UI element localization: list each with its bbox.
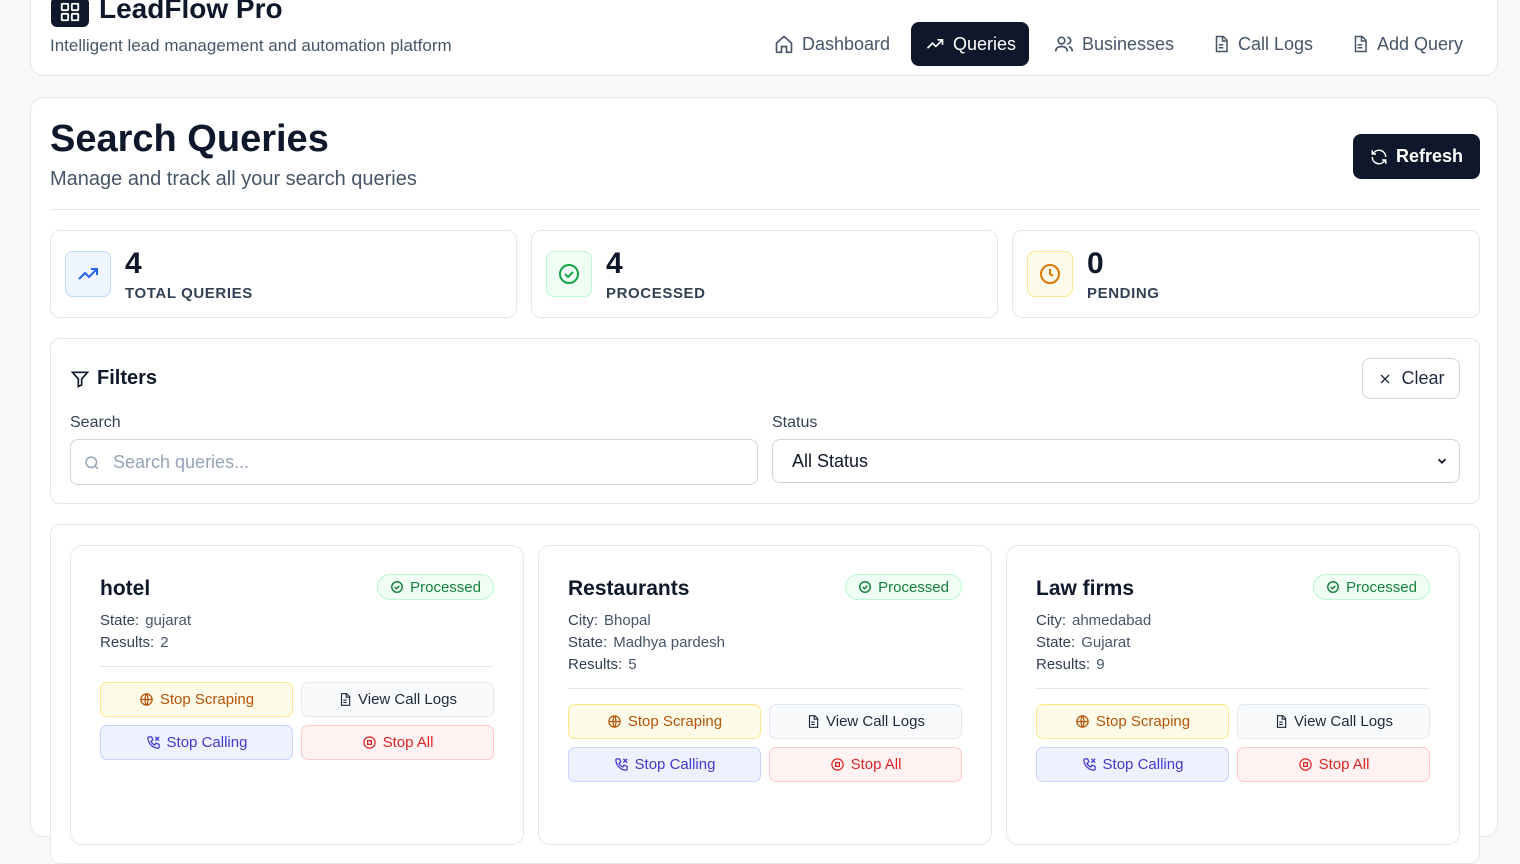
query-field: Results: 9 <box>1036 656 1105 673</box>
query-card-restaurants: Restaurants Processed City: Bhopal State:… <box>538 545 992 845</box>
stop-all-button[interactable]: Stop All <box>1237 747 1430 782</box>
home-icon <box>774 34 794 54</box>
nav-label: Add Query <box>1377 33 1464 54</box>
query-field: Results: 2 <box>100 634 169 651</box>
trending-up-icon <box>925 34 945 54</box>
view-call-logs-button[interactable]: View Call Logs <box>1237 704 1430 739</box>
status-badge: Processed <box>1313 574 1430 600</box>
stop-all-button[interactable]: Stop All <box>301 725 494 760</box>
search-icon <box>83 454 101 472</box>
document-icon <box>1274 714 1288 729</box>
stop-circle-icon <box>830 757 845 772</box>
query-card-hotel: hotel Processed State: gujarat Results: 2 … <box>70 545 524 845</box>
filters-title: Filters <box>97 367 158 389</box>
stop-scraping-button[interactable]: Stop Scraping <box>100 682 293 717</box>
query-name: Restaurants <box>568 577 690 600</box>
document-icon <box>338 692 352 707</box>
query-name: hotel <box>100 577 151 600</box>
status-select[interactable]: All Status <box>772 439 1460 483</box>
view-call-logs-button[interactable]: View Call Logs <box>769 704 962 739</box>
filters-panel: Filters Clear Search Status All Status <box>50 338 1480 504</box>
document-icon <box>1351 34 1369 54</box>
query-field: State: Gujarat <box>1036 634 1131 651</box>
stop-calling-button[interactable]: Stop Calling <box>1036 747 1229 782</box>
status-label: Status <box>772 414 818 431</box>
globe-icon <box>1075 714 1090 729</box>
refresh-icon <box>1370 148 1388 166</box>
stop-scraping-button[interactable]: Stop Scraping <box>1036 704 1229 739</box>
view-call-logs-button[interactable]: View Call Logs <box>301 682 494 717</box>
stop-calling-button[interactable]: Stop Calling <box>100 725 293 760</box>
app-name: LeadFlow Pro <box>99 0 283 24</box>
stat-value: 0 <box>1087 247 1104 280</box>
stop-scraping-button[interactable]: Stop Scraping <box>568 704 761 739</box>
nav-label: Queries <box>953 33 1017 54</box>
refresh-label: Refresh <box>1395 146 1464 166</box>
stop-circle-icon <box>1298 757 1313 772</box>
clear-label: Clear <box>1401 368 1445 388</box>
clear-filters-button[interactable]: Clear <box>1362 358 1460 399</box>
query-field: State: Madhya pardesh <box>568 634 725 651</box>
stop-circle-icon <box>362 735 377 750</box>
users-icon <box>1054 34 1074 54</box>
query-card-law-firms: Law firms Processed City: ahmedabad State… <box>1006 545 1460 845</box>
divider <box>50 209 1480 210</box>
stat-value: 4 <box>606 247 623 280</box>
query-field: State: gujarat <box>100 612 192 629</box>
query-name: Law firms <box>1036 577 1135 600</box>
nav-label: Call Logs <box>1238 33 1314 54</box>
phone-off-icon <box>146 735 161 750</box>
globe-icon <box>607 714 622 729</box>
stat-card-total: 4 TOTAL QUERIES <box>50 230 517 318</box>
check-circle-icon <box>546 251 592 297</box>
main-panel: Search Queries Manage and track all your… <box>30 97 1498 864</box>
divider <box>1036 688 1430 689</box>
phone-off-icon <box>1082 757 1097 772</box>
stat-value: 4 <box>125 247 142 280</box>
refresh-button[interactable]: Refresh <box>1353 134 1480 179</box>
app-tagline: Intelligent lead management and automati… <box>50 36 452 55</box>
queries-panel: hotel Processed State: gujarat Results: 2 … <box>50 524 1480 864</box>
nav-label: Dashboard <box>802 33 891 54</box>
nav-queries[interactable]: Queries <box>911 22 1029 66</box>
stat-label: PENDING <box>1087 285 1160 302</box>
document-icon <box>1212 34 1230 54</box>
nav-dashboard[interactable]: Dashboard <box>760 22 904 66</box>
check-circle-icon <box>858 580 872 594</box>
search-field[interactable] <box>70 439 758 485</box>
phone-off-icon <box>614 757 629 772</box>
stat-label: TOTAL QUERIES <box>125 285 253 302</box>
divider <box>568 688 962 689</box>
status-badge: Processed <box>377 574 494 600</box>
trending-up-icon <box>65 251 111 297</box>
query-field: City: Bhopal <box>568 612 651 629</box>
stat-label: PROCESSED <box>606 285 706 302</box>
stat-card-processed: 4 PROCESSED <box>531 230 998 318</box>
search-input[interactable] <box>113 440 743 484</box>
status-badge: Processed <box>845 574 962 600</box>
page-title: Search Queries <box>50 118 329 160</box>
status-selected-value: All Status <box>792 450 869 471</box>
stat-card-pending: 0 PENDING <box>1012 230 1480 318</box>
stop-all-button[interactable]: Stop All <box>769 747 962 782</box>
nav-call-logs[interactable]: Call Logs <box>1198 22 1327 66</box>
nav-label: Businesses <box>1082 33 1175 54</box>
check-circle-icon <box>390 580 404 594</box>
query-field: Results: 5 <box>568 656 637 673</box>
stop-calling-button[interactable]: Stop Calling <box>568 747 761 782</box>
filter-icon <box>70 369 90 389</box>
close-icon <box>1377 371 1393 387</box>
check-circle-icon <box>1326 580 1340 594</box>
globe-icon <box>139 692 154 707</box>
search-label: Search <box>70 414 121 431</box>
page-subtitle: Manage and track all your search queries <box>50 168 417 190</box>
query-field: City: ahmedabad <box>1036 612 1152 629</box>
nav-businesses[interactable]: Businesses <box>1040 22 1188 66</box>
clock-icon <box>1027 251 1073 297</box>
document-icon <box>806 714 820 729</box>
app-logo-icon <box>51 0 89 27</box>
nav-add-query[interactable]: Add Query <box>1337 22 1477 66</box>
chevron-down-icon <box>1435 454 1449 468</box>
divider <box>100 666 494 667</box>
